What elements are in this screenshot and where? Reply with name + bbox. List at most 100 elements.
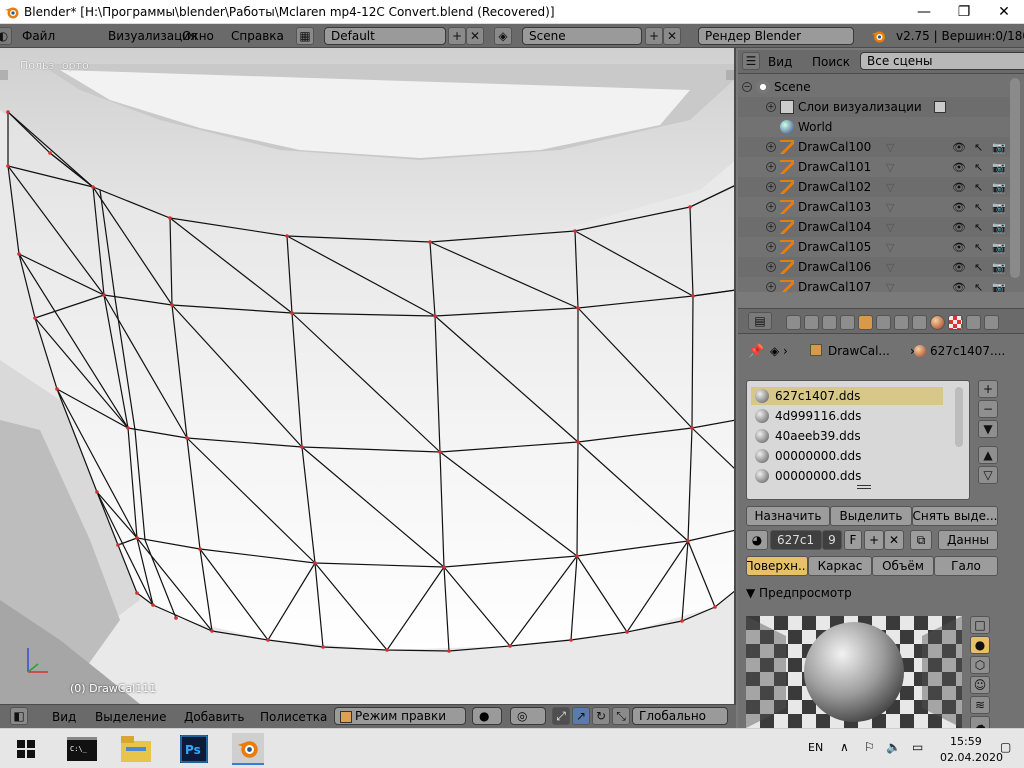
visibility-eye-icon[interactable]: 👁 [952,141,966,154]
visibility-eye-icon[interactable]: 👁 [952,181,966,194]
tab-wire[interactable]: Каркас [808,556,872,576]
material-link-icon[interactable]: ⧉ [910,530,932,550]
pin-icon[interactable]: 📌 [748,344,764,359]
close-button[interactable]: ✕ [984,0,1024,24]
material-link-select[interactable]: Данны [938,530,998,550]
expand-toggle-icon[interactable]: + [766,182,776,192]
add-scene-icon[interactable]: + [645,27,663,45]
visibility-eye-icon[interactable]: 👁 [952,161,966,174]
renderability-camera-icon[interactable]: 📷 [992,161,1006,174]
preview-hair-icon[interactable]: ≋ [970,696,990,714]
remove-scene-icon[interactable]: ✕ [663,27,681,45]
expand-toggle-icon[interactable]: + [766,262,776,272]
select-button[interactable]: Выделить [830,506,912,526]
editor-type-3d-icon[interactable]: ◧ [10,707,28,725]
renderability-camera-icon[interactable]: 📷 [992,181,1006,194]
cmd-icon[interactable]: C:\_ [66,733,98,765]
preview-monkey-icon[interactable]: ☺ [970,676,990,694]
menu-add[interactable]: Добавить [184,710,244,724]
renderability-camera-icon[interactable]: 📷 [992,241,1006,254]
outliner-scrollbar[interactable] [1010,78,1020,278]
move-slot-down-button[interactable]: ▽ [978,466,998,484]
mesh-data-icon[interactable]: ▽ [886,241,894,254]
tab-surface[interactable]: Поверхн... [746,556,808,576]
outliner-row[interactable]: + Слои визуализации [738,97,1010,117]
outliner-row[interactable]: + DrawCal104 ▽ 👁 ↖ 📷 [738,217,1010,237]
outliner-menu-search[interactable]: Поиск [812,55,850,69]
physics-tab-icon[interactable] [984,315,999,330]
properties-editor-icon[interactable]: ▤ [748,312,772,330]
assign-button[interactable]: Назначить [746,506,830,526]
outliner-menu-view[interactable]: Вид [768,55,792,69]
particles-tab-icon[interactable] [966,315,981,330]
expand-toggle-icon[interactable]: + [766,102,776,112]
material-name-field[interactable]: 627c1 [770,530,822,550]
tray-chevron-icon[interactable]: ∧ [840,740,849,754]
notifications-icon[interactable]: ▢ [1000,740,1011,754]
renderability-camera-icon[interactable]: 📷 [992,201,1006,214]
constraints-tab-icon[interactable] [876,315,891,330]
preview-flat-icon[interactable]: □ [970,616,990,634]
add-layout-icon[interactable]: + [448,27,466,45]
outliner-row[interactable]: − Scene [738,77,1010,97]
maximize-button[interactable]: ❐ [944,0,984,24]
scene-icon[interactable]: ◈ [494,27,512,45]
mesh-data-icon[interactable]: ▽ [886,261,894,274]
list-item[interactable]: 00000000.dds [751,447,943,465]
material-tab-icon[interactable] [930,315,945,330]
manipulator-toggle-icon[interactable]: ⤢ [552,707,570,725]
scene-field[interactable]: Scene [522,27,642,45]
selectability-cursor-icon[interactable]: ↖ [974,201,983,214]
expand-toggle-icon[interactable]: + [766,202,776,212]
render-layers-tab-icon[interactable] [804,315,819,330]
outliner-row[interactable]: + DrawCal101 ▽ 👁 ↖ 📷 [738,157,1010,177]
data-tab-icon[interactable] [912,315,927,330]
render-tab-icon[interactable] [786,315,801,330]
blender-taskbar-icon[interactable] [232,733,264,765]
menu-select[interactable]: Выделение [95,710,166,724]
object-tab-icon[interactable] [858,315,873,330]
file-explorer-icon[interactable] [120,733,152,765]
outliner-row[interactable]: + DrawCal103 ▽ 👁 ↖ 📷 [738,197,1010,217]
network-warning-icon[interactable]: ⚐ [864,740,875,754]
preview-sphere-icon[interactable]: ● [970,636,990,654]
outliner-display-filter[interactable]: Все сцены [860,52,1024,70]
outliner-row[interactable]: + DrawCal100 ▽ 👁 ↖ 📷 [738,137,1010,157]
outliner-row[interactable]: + DrawCal102 ▽ 👁 ↖ 📷 [738,177,1010,197]
new-material-icon[interactable]: + [864,530,884,550]
preview-panel-header[interactable]: ▼ Предпросмотр [746,586,852,600]
tray-date[interactable]: 02.04.2020 [940,751,1003,764]
menu-help[interactable]: Справка [231,29,284,43]
preview-sky-icon[interactable]: ☁ [970,716,990,728]
expand-toggle-icon[interactable]: + [766,162,776,172]
outliner-row[interactable]: + DrawCal105 ▽ 👁 ↖ 📷 [738,237,1010,257]
photoshop-icon[interactable]: Ps [178,733,210,765]
material-users-count[interactable]: 9 [822,530,842,550]
render-engine-select[interactable]: Рендер Blender [698,27,854,45]
expand-toggle-icon[interactable]: − [742,82,752,92]
list-resize-handle[interactable] [857,485,871,489]
expand-toggle-icon[interactable]: + [766,282,776,292]
selectability-cursor-icon[interactable]: ↖ [974,241,983,254]
preview-cube-icon[interactable]: ⬡ [970,656,990,674]
material-browse-icon[interactable]: ◕ [746,530,768,550]
volume-icon[interactable]: 🔈 [886,740,901,754]
list-item[interactable]: 4d999116.dds [751,407,943,425]
selectability-cursor-icon[interactable]: ↖ [974,221,983,234]
language-indicator[interactable]: EN [808,741,823,754]
scale-manipulator-icon[interactable]: ⤡ [612,707,630,725]
viewport-shading-select[interactable]: ● [472,707,502,725]
deselect-button[interactable]: Снять выде... [912,506,998,526]
mesh-data-icon[interactable]: ▽ [886,141,894,154]
mode-select[interactable]: Режим правки [334,707,466,725]
add-slot-button[interactable]: + [978,380,998,398]
world-tab-icon[interactable] [840,315,855,330]
renderability-camera-icon[interactable]: 📷 [992,261,1006,274]
mesh-data-icon[interactable]: ▽ [886,181,894,194]
unlink-material-icon[interactable]: ✕ [884,530,904,550]
move-slot-up-button[interactable]: ▲ [978,446,998,464]
menu-mesh[interactable]: Полисетка [260,710,327,724]
outliner[interactable]: − Scene + Слои визуализации World + DrawCal100… [738,74,1024,292]
list-item[interactable]: 00000000.dds [751,467,943,485]
tab-halo[interactable]: Гало [934,556,998,576]
